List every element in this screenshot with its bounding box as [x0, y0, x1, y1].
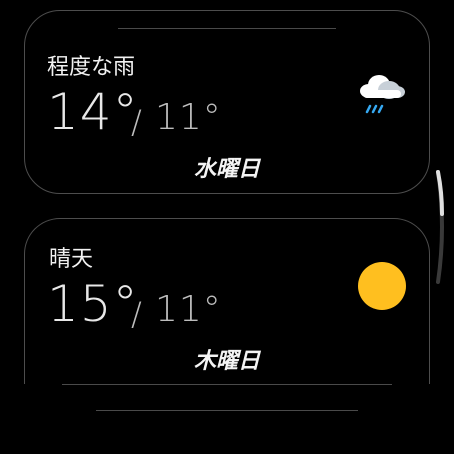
temperature-separator: / [131, 103, 142, 141]
rain-cloud-icon [360, 75, 405, 114]
high-temperature: 14° [47, 83, 139, 141]
bottom-stack-edge [96, 410, 358, 411]
weather-description: 程度な雨 [47, 55, 136, 80]
temperature-separator: / [131, 295, 142, 333]
high-temperature: 15° [47, 275, 139, 333]
weather-description: 晴天 [49, 247, 94, 272]
low-temperature: 11° [155, 289, 222, 330]
day-label: 水曜日 [193, 157, 260, 182]
sun-icon [358, 262, 406, 310]
day-label: 木曜日 [193, 349, 260, 374]
scroll-indicator [436, 170, 444, 284]
low-temperature: 11° [155, 97, 222, 138]
stack-edge [62, 384, 392, 385]
